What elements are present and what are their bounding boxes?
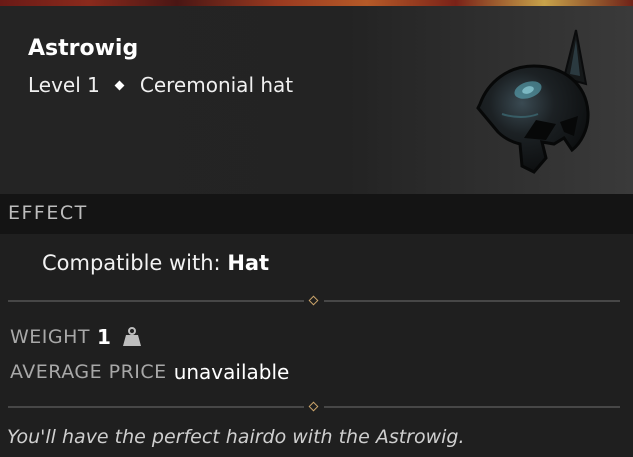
divider-line-right: [324, 406, 620, 408]
divider: [8, 401, 620, 412]
flavor-text: You'll have the perfect hairdo with the …: [7, 426, 465, 448]
item-name: Astrowig: [28, 36, 139, 61]
divider-line-right: [324, 300, 620, 302]
compatible-label: Compatible with:: [42, 251, 221, 275]
divider-diamond-icon: [308, 295, 319, 306]
weight-value: 1: [97, 325, 111, 349]
divider: [8, 295, 620, 306]
item-type: Ceremonial hat: [139, 73, 294, 97]
item-subtitle: Level 1 Ceremonial hat: [28, 73, 293, 97]
weight-label: WEIGHT: [10, 326, 91, 348]
price-row: AVERAGE PRICE unavailable: [10, 360, 289, 384]
weight-row: WEIGHT 1: [10, 325, 143, 349]
separator-diamond-icon: [114, 80, 125, 90]
divider-line-left: [8, 406, 304, 408]
compatibility-line: Compatible with: Hat: [42, 251, 269, 275]
divider-diamond-icon: [308, 401, 319, 412]
item-level: Level 1: [28, 73, 100, 97]
effect-section-bar: [0, 194, 633, 234]
divider-line-left: [8, 300, 304, 302]
effect-section-title: EFFECT: [8, 202, 88, 224]
price-label: AVERAGE PRICE: [10, 361, 167, 383]
compatible-value: Hat: [227, 251, 270, 275]
item-tooltip: Astrowig Level 1 Ceremonial hat EFFECT C…: [0, 0, 633, 457]
helmet-icon: [476, 29, 590, 174]
price-value: unavailable: [173, 360, 290, 384]
weight-icon: [122, 327, 141, 346]
